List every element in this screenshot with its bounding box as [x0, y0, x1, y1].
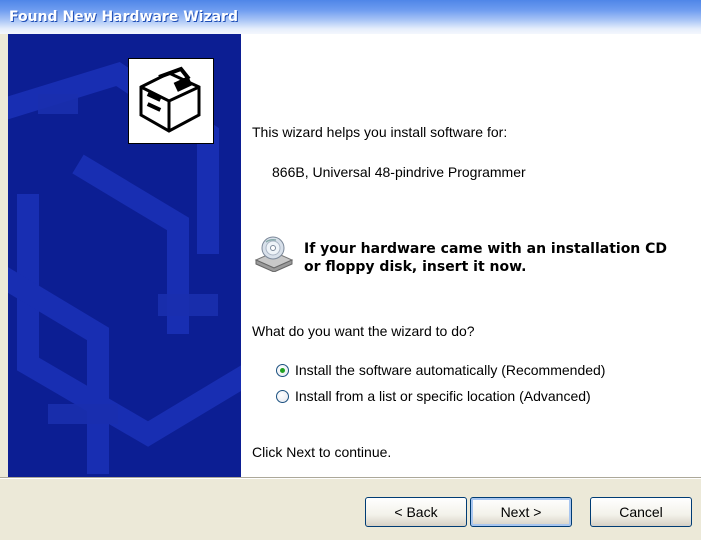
device-name: 866B, Universal 48-pindrive Programmer — [272, 164, 526, 180]
radio-advanced[interactable] — [276, 390, 289, 403]
window-title: Found New Hardware Wizard — [9, 9, 238, 25]
footer-text: Click Next to continue. — [252, 444, 392, 460]
next-button[interactable]: Next > — [470, 497, 572, 527]
radio-selected-dot — [280, 368, 285, 373]
back-button[interactable]: < Back — [365, 497, 467, 527]
hardware-wizard-icon — [128, 58, 214, 144]
button-separator — [0, 477, 701, 479]
cd-prompt-line1: If your hardware came with an installati… — [304, 241, 668, 257]
title-bar[interactable]: Found New Hardware Wizard — [0, 0, 701, 34]
cd-drive-icon — [254, 236, 294, 273]
wizard-banner — [8, 34, 241, 477]
cancel-button[interactable]: Cancel — [590, 497, 692, 527]
radio-automatic[interactable] — [276, 364, 289, 377]
option-automatic-label[interactable]: Install the software automatically (Reco… — [295, 362, 605, 378]
option-advanced-label[interactable]: Install from a list or specific location… — [295, 388, 591, 404]
question-text: What do you want the wizard to do? — [252, 323, 475, 339]
cd-prompt-line2: or floppy disk, insert it now. — [304, 259, 527, 275]
intro-text: This wizard helps you install software f… — [252, 124, 508, 140]
option-automatic[interactable]: Install the software automatically (Reco… — [276, 361, 656, 381]
option-advanced[interactable]: Install from a list or specific location… — [276, 387, 656, 407]
